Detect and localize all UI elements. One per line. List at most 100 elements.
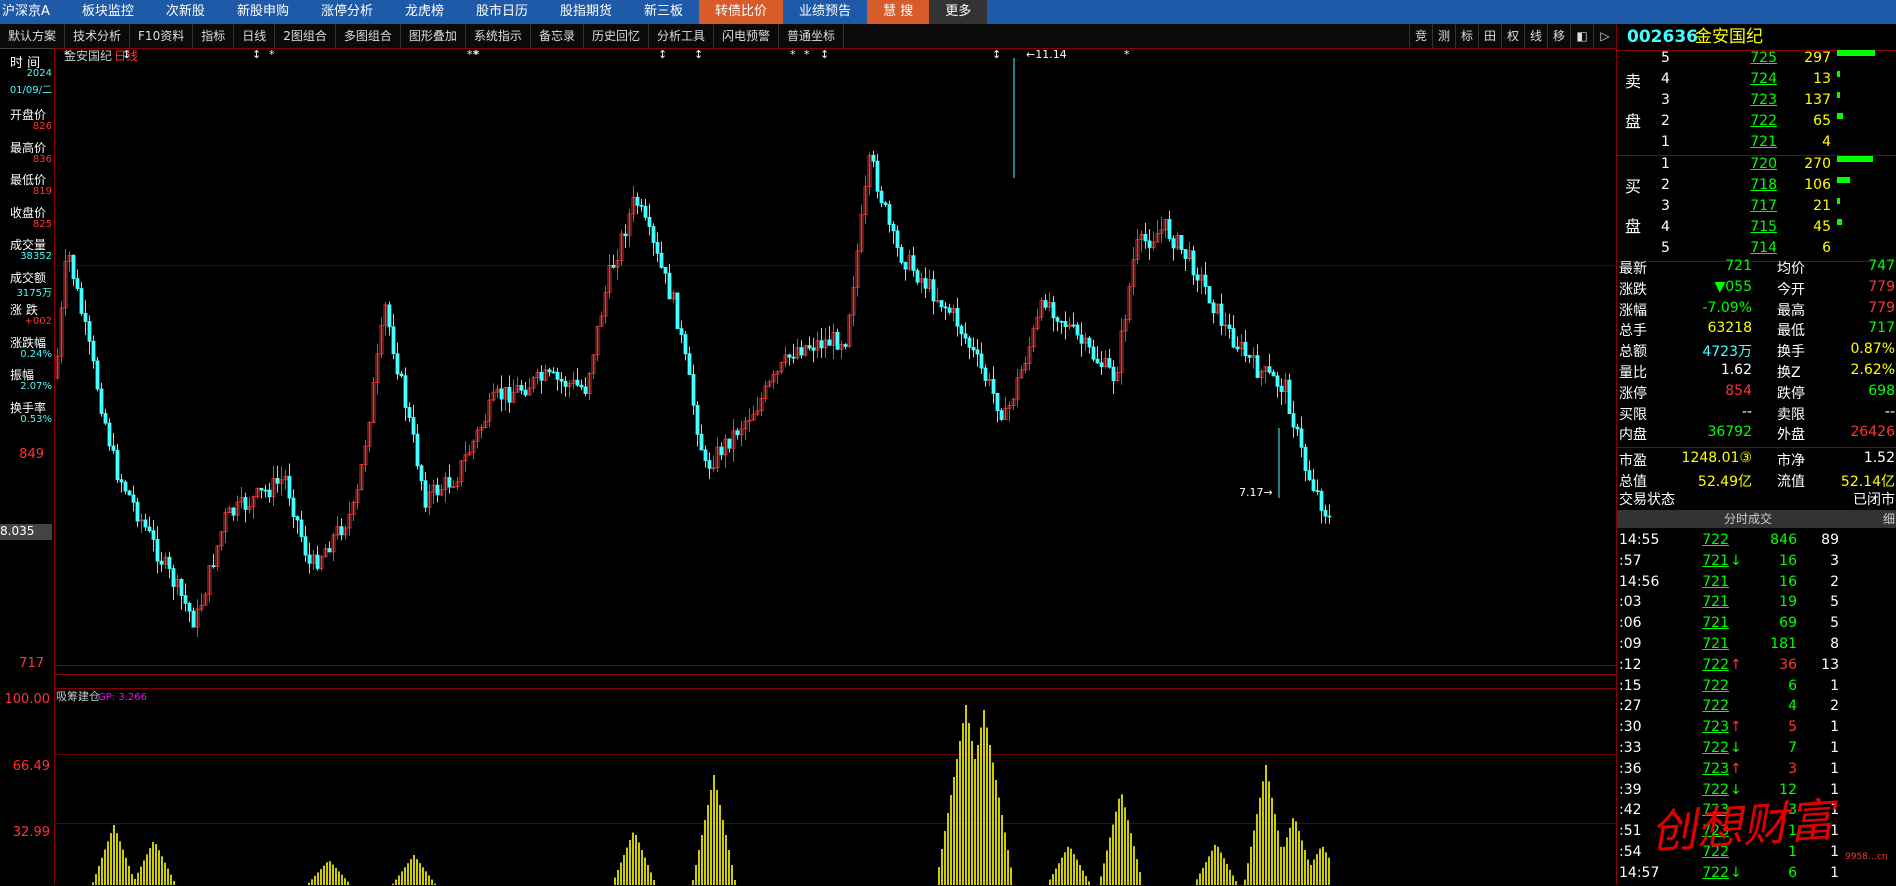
kline-chart[interactable]: 金安国纪 日线 ←11.147.17→* ↕ ↕ * *** ↕ ↕ * * ↕ ↕ *吸筹建仓GP: 3… [54, 48, 1616, 885]
candle-body [787, 354, 792, 358]
candle-body [107, 422, 112, 447]
nav-item-6[interactable]: 股市日历 [460, 0, 544, 24]
toolbar-icon-0[interactable]: 竞 [1409, 24, 1432, 48]
candle-body [179, 578, 184, 596]
tick-count: 13 [1821, 656, 1839, 673]
candle-body [267, 489, 272, 498]
tick-price: 722 [1702, 677, 1729, 694]
stat-value: 63218 [1707, 320, 1752, 337]
side-label: 盘 [1625, 112, 1642, 131]
toolbar-item-4[interactable]: 日线 [234, 24, 276, 48]
stats-row: 总手 63218 最低 717 [1617, 320, 1896, 340]
candle-body [807, 345, 812, 349]
stat-label: 换手 [1777, 344, 1805, 361]
toolbar-icon-3[interactable]: 田 [1478, 24, 1501, 48]
watermark-url: 9958…cn [1845, 852, 1888, 862]
stat-label: 内盘 [1619, 427, 1647, 444]
candle-body [883, 202, 888, 205]
nav-item-0[interactable]: 沪深京A [0, 0, 66, 24]
toolbar-icon-2[interactable]: 标 [1455, 24, 1478, 48]
tick-volume: 36 [1779, 656, 1797, 673]
level: 3 [1661, 92, 1670, 108]
candle-body [975, 349, 980, 355]
candle-body [327, 548, 332, 553]
nav-item-8[interactable]: 新三板 [628, 0, 699, 24]
nav-item-3[interactable]: 新股申购 [221, 0, 305, 24]
candle-body [939, 300, 944, 308]
toolbar-item-7[interactable]: 图形叠加 [401, 24, 466, 48]
candle-body [811, 347, 816, 351]
tick-price: 722 [1702, 698, 1729, 715]
toolbar-icon-5[interactable]: 线 [1524, 24, 1547, 48]
candle-body [523, 389, 528, 396]
toolbar-item-10[interactable]: 历史回忆 [584, 24, 649, 48]
stat-label: 总额 [1619, 344, 1647, 361]
stat-label: 卖限 [1777, 406, 1805, 423]
left-row-value: 0.53% [20, 413, 52, 425]
price: 717 [1750, 198, 1777, 214]
candle-body [563, 380, 568, 387]
level: 2 [1661, 113, 1670, 129]
candle-body [871, 154, 876, 162]
candle-body [983, 367, 988, 381]
nav-item-10[interactable]: 业绩预告 [783, 0, 867, 24]
stat-label: 最低 [1777, 323, 1805, 340]
stat-value: 1.62 [1720, 362, 1752, 378]
nav-item-9[interactable]: 转债比价 [699, 0, 784, 24]
candle-body [959, 325, 964, 335]
quote-panel: 002636 金安国纪卖盘买盘 5 725 297 4 724 13 3 723 137 2 722 65… [1616, 24, 1896, 885]
toolbar-item-1[interactable]: 技术分析 [65, 24, 131, 48]
toolbar-icon-4[interactable]: 权 [1501, 24, 1524, 48]
candle-body [1295, 426, 1300, 430]
nav-item-11[interactable]: 慧 搜 [867, 0, 930, 24]
nav-item-4[interactable]: 涨停分析 [305, 0, 389, 24]
nav-item-2[interactable]: 次新股 [150, 0, 221, 24]
candle-body [307, 554, 312, 564]
toolbar-item-5[interactable]: 2图组合 [275, 24, 336, 48]
price: 721 [1750, 134, 1777, 150]
toolbar-item-6[interactable]: 多图组合 [336, 24, 401, 48]
tick-price: 721 [1702, 573, 1729, 590]
tick-price: 721 [1702, 552, 1729, 569]
stats-row: 量比 1.62 换Z 2.62% [1617, 362, 1896, 382]
candle-body [639, 204, 644, 207]
candle-body [287, 475, 292, 499]
toolbar-item-13[interactable]: 普通坐标 [779, 24, 845, 48]
toolbar-icon-8[interactable]: ▷ [1593, 24, 1616, 48]
stat-label: 均价 [1777, 261, 1805, 277]
tick-time: :15 [1619, 677, 1642, 694]
nav-item-5[interactable]: 龙虎榜 [389, 0, 460, 24]
watermark-logo: 创想财富 [1648, 792, 1836, 860]
candle-body [559, 378, 564, 382]
stat-value: 747 [1868, 258, 1895, 274]
candle-body [1171, 238, 1176, 249]
candle-body [447, 477, 452, 488]
toolbar-item-8[interactable]: 系统指示 [466, 24, 531, 48]
toolbar-item-12[interactable]: 闪电预警 [714, 24, 779, 48]
candle-body [915, 270, 920, 283]
stat-value: 1.52 [1863, 450, 1895, 466]
toolbar-item-3[interactable]: 指标 [193, 24, 235, 48]
toolbar-item-0[interactable]: 默认方案 [0, 24, 66, 48]
tick-row: :15 722 6 1 [1617, 678, 1896, 699]
candle-body [843, 344, 848, 347]
toolbar-item-11[interactable]: 分析工具 [649, 24, 714, 48]
nav-item-12[interactable]: 更多 [929, 0, 988, 24]
toolbar-item-2[interactable]: F10资料 [130, 24, 194, 48]
toolbar-item-9[interactable]: 备忘录 [531, 24, 584, 48]
nav-item-7[interactable]: 股指期货 [544, 0, 628, 24]
candle-body [1255, 355, 1260, 378]
price: 722 [1750, 113, 1777, 129]
event-marker: * [269, 48, 275, 61]
toolbar-icon-1[interactable]: 测 [1432, 24, 1455, 48]
candle-body [551, 371, 556, 374]
candle-body [891, 223, 896, 232]
nav-item-1[interactable]: 板块监控 [66, 0, 150, 24]
level: 5 [1661, 240, 1670, 256]
toolbar-icon-7[interactable]: ◧ [1570, 24, 1593, 48]
toolbar-icon-6[interactable]: 移 [1547, 24, 1570, 48]
candle-body [703, 449, 708, 461]
ticks-tab[interactable]: 细 [1883, 510, 1895, 528]
stat-label: 涨跌 [1619, 281, 1647, 298]
candle-body [695, 404, 700, 435]
